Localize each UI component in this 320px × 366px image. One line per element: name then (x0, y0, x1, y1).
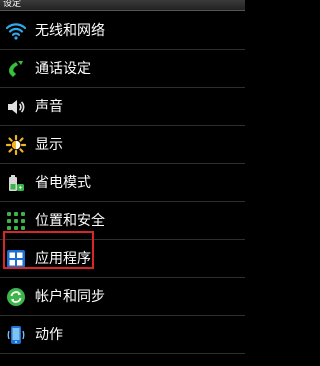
motion-phone-icon (6, 325, 26, 345)
settings-item-wireless-network[interactable]: 无线和网络 (0, 12, 245, 50)
battery-icon (6, 173, 26, 193)
settings-item-accounts-sync[interactable]: 帐户和同步 (0, 278, 245, 316)
settings-item-label: 声音 (35, 99, 63, 115)
location-security-icon (6, 211, 26, 231)
page-title: 设定 (3, 0, 22, 9)
settings-item-sound[interactable]: 声音 (0, 88, 245, 126)
title-bar: 设定 (0, 0, 245, 11)
sync-icon (6, 287, 26, 307)
settings-item-display[interactable]: 显示 (0, 126, 245, 164)
settings-item-label: 帐户和同步 (35, 289, 105, 305)
settings-item-label: 显示 (35, 137, 63, 153)
settings-item-label: 省电模式 (35, 175, 91, 191)
settings-item-call-settings[interactable]: 通话设定 (0, 50, 245, 88)
settings-item-power-saving[interactable]: 省电模式 (0, 164, 245, 202)
settings-item-motion[interactable]: 动作 (0, 316, 245, 354)
selection-highlight-box (3, 231, 94, 269)
settings-item-label: 通话设定 (35, 61, 91, 77)
wifi-icon (6, 21, 26, 41)
settings-item-label: 无线和网络 (35, 23, 105, 39)
speaker-icon (6, 97, 26, 117)
divider (0, 353, 245, 354)
brightness-icon (6, 135, 26, 155)
phone-icon (6, 59, 26, 79)
settings-item-label: 动作 (35, 327, 63, 343)
